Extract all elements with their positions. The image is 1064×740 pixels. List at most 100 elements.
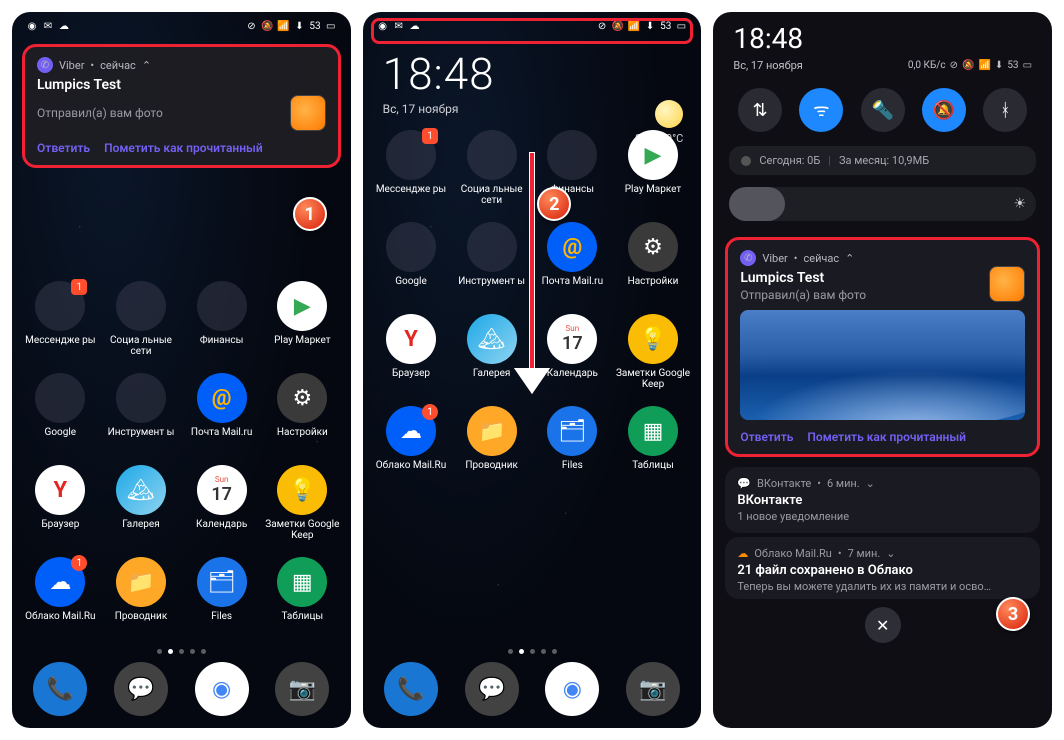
alarm-off-icon: ⊘ (245, 20, 257, 32)
shade-time: 18:48 (733, 22, 1032, 55)
viber-status-icon: ◉ (26, 20, 38, 32)
wifi-icon: ⬇ (293, 20, 305, 32)
qs-bluetooth[interactable]: ᚼ (983, 88, 1027, 132)
notif-reply-button[interactable]: Ответить (37, 141, 90, 155)
app-google-folder[interactable]: Google (22, 373, 99, 461)
page-indicator (363, 645, 702, 658)
data-month: За месяц: 10,9МБ (839, 154, 929, 167)
qs-flashlight[interactable]: 🔦 (861, 88, 905, 132)
dock-chrome[interactable]: ◉ (545, 662, 599, 716)
shade-battery: 53 (1007, 60, 1018, 71)
notif-image-preview (740, 310, 1025, 420)
cloud-body: Теперь вы можете удалить их из памяти и … (737, 580, 1028, 593)
qs-mobile-data[interactable]: ⇅ (738, 88, 782, 132)
app-files[interactable]: 🗂 Files (183, 557, 260, 645)
app-grid: 1 Мессендже ры Социа льные сети Финансы … (12, 281, 351, 645)
dock-phone[interactable]: 📞 (384, 662, 438, 716)
brightness-slider[interactable]: ☀ (729, 187, 1036, 221)
app-explorer[interactable]: 📁 Проводник (103, 557, 180, 645)
vk-notification[interactable]: 💬 ВКонтакте • 6 мин. ⌄ ВКонтакте 1 новое… (725, 467, 1040, 533)
app-google-folder[interactable]: Google (373, 222, 450, 310)
qs-wifi[interactable]: ᯤ (799, 88, 843, 132)
battery-level: 53 (309, 21, 320, 32)
app-social-folder[interactable]: Социа льные сети (103, 281, 180, 369)
app-gallery[interactable]: 🏔 Галерея (103, 465, 180, 553)
app-mailru[interactable]: @ Почта Mail.ru (183, 373, 260, 461)
status-bar-highlight (371, 18, 694, 44)
heads-up-notification[interactable]: ✆ Viber • сейчас ⌃ Lumpics Test Отправил… (22, 44, 341, 168)
app-browser[interactable]: YБраузер (373, 314, 450, 402)
notif-title: Lumpics Test (37, 77, 326, 93)
notif-mark-read-button[interactable]: Пометить как прочитанный (104, 141, 263, 155)
dock: 📞 💬 ◉ 📷 (12, 658, 351, 728)
app-calendar[interactable]: Sun17 Календарь (183, 465, 260, 553)
cloud-time: 7 мин. (848, 547, 881, 560)
dock-phone[interactable]: 📞 (33, 662, 87, 716)
brightness-sun-icon: ☀ (1013, 196, 1026, 212)
pull-down-arrow (516, 152, 548, 394)
clock-time: 18:48 (383, 48, 682, 100)
dock: 📞 💬 ◉ 📷 (363, 658, 702, 728)
app-keep[interactable]: 💡 Заметки Google Keep (264, 465, 341, 553)
app-tools-folder[interactable]: Инструмент ы (103, 373, 180, 461)
notif-title: Lumpics Test (740, 270, 866, 286)
phone-screenshot-2: ◉ ✉ ☁ ⊘ 🔕 📶 ⬇ 53 ▭ 18:48 Вс, 17 ноября Я… (363, 12, 702, 728)
step-badge-3: 3 (996, 597, 1030, 631)
step-badge-1: 1 (293, 197, 327, 231)
wifi-icon: ⬇ (995, 60, 1003, 71)
app-files[interactable]: 🗂Files (534, 406, 611, 494)
app-finance-folder[interactable]: Финансы (183, 281, 260, 369)
app-settings[interactable]: ⚙ Настройки (264, 373, 341, 461)
viber-notif-icon: ✆ (37, 57, 53, 73)
app-explorer[interactable]: 📁Проводник (453, 406, 530, 494)
notif-thumbnail (290, 95, 326, 131)
app-sheets[interactable]: ▦Таблицы (615, 406, 692, 494)
data-usage-row[interactable]: Сегодня: 0Б | За месяц: 10,9МБ (729, 146, 1036, 175)
app-play-market[interactable]: ▶ Play Маркет (264, 281, 341, 369)
dock-messages[interactable]: 💬 (465, 662, 519, 716)
message-status-icon: ✉ (42, 20, 54, 32)
app-cloud-mailru[interactable]: ☁1Облако Mail.Ru (373, 406, 450, 494)
dock-messages[interactable]: 💬 (114, 662, 168, 716)
phone-screenshot-1: ◉ ✉ ☁ ⊘ 🔕 📶 ⬇ 53 ▭ ✆ Viber • сейчас ⌃ Lu… (12, 12, 351, 728)
app-messengers-folder[interactable]: 1 Мессендже ры (22, 281, 99, 369)
dock-camera[interactable]: 📷 (275, 662, 329, 716)
app-cloud-mailru[interactable]: ☁1 Облако Mail.Ru (22, 557, 99, 645)
app-browser[interactable]: Y Браузер (22, 465, 99, 553)
notif-app-name: Viber (762, 252, 787, 265)
clear-all-button[interactable]: ✕ (865, 607, 901, 643)
app-play-market[interactable]: ▶Play Маркет (615, 130, 692, 218)
viber-notif-icon: ✆ (740, 250, 756, 266)
dock-chrome[interactable]: ◉ (195, 662, 249, 716)
status-bar: ◉ ✉ ☁ ⊘ 🔕 📶 ⬇ 53 ▭ (12, 12, 351, 40)
quick-settings: ⇅ ᯤ 🔦 🔕 ᚼ (715, 78, 1050, 142)
notif-mark-read-button[interactable]: Пометить как прочитанный (807, 430, 966, 444)
notif-reply-button[interactable]: Ответить (740, 430, 793, 444)
page-indicator (12, 645, 351, 658)
vk-time: 6 мин. (827, 477, 860, 490)
cloud-notification[interactable]: ☁ Облако Mail.Ru • 7 мин. ⌄ 21 файл сохр… (725, 537, 1040, 599)
app-settings[interactable]: ⚙Настройки (615, 222, 692, 310)
cloud-title: 21 файл сохранено в Облако (737, 563, 1028, 578)
notif-time: сейчас (100, 59, 136, 72)
app-messengers-folder[interactable]: 1Мессендже ры (373, 130, 450, 218)
weather-sun-icon (655, 100, 683, 128)
viber-notification-expanded[interactable]: ✆ Viber • сейчас ⌃ Lumpics Test Отправил… (725, 237, 1040, 457)
notif-body-text: Отправил(а) вам фото (37, 106, 163, 120)
notif-body-text: Отправил(а) вам фото (740, 288, 866, 302)
signal-icon: 📶 (978, 60, 990, 71)
notif-thumbnail (989, 266, 1025, 302)
cloud-status-icon: ☁ (58, 20, 70, 32)
app-keep[interactable]: 💡Заметки Google Keep (615, 314, 692, 402)
alarm-off-icon: ⊘ (950, 60, 958, 71)
shade-date: Вс, 17 ноября (733, 59, 802, 72)
notif-time: сейчас (803, 252, 839, 265)
qs-dnd[interactable]: 🔕 (922, 88, 966, 132)
app-sheets[interactable]: ▦ Таблицы (264, 557, 341, 645)
cloud-app-name: Облако Mail.Ru (754, 547, 832, 560)
vk-title: ВКонтакте (737, 493, 1028, 508)
battery-icon: ▭ (325, 20, 337, 32)
dnd-icon: 🔕 (261, 20, 273, 32)
dock-camera[interactable]: 📷 (626, 662, 680, 716)
shade-header: 18:48 Вс, 17 ноября 0,0 КБ/с ⊘ 🔕 📶 ⬇ 53 … (715, 12, 1050, 78)
